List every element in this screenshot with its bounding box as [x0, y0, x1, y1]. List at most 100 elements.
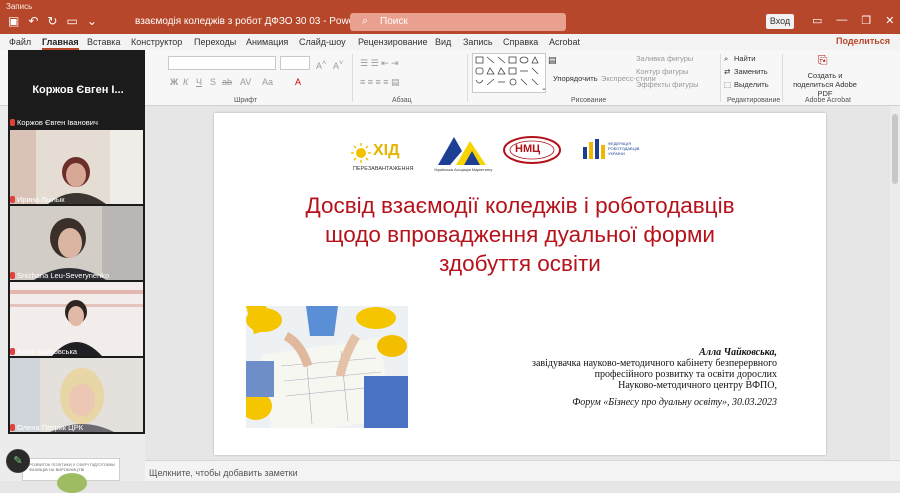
ribbon-separator	[352, 54, 353, 102]
shapes-gallery[interactable]: ⌄	[472, 53, 547, 93]
participant-video-tile[interactable]	[10, 282, 143, 356]
video-call-panel: Коржов Євген І... Коржов Євген Іванович …	[8, 50, 145, 434]
arrange-label[interactable]: Упорядочить	[553, 74, 598, 83]
spacing-icon[interactable]: AV	[240, 77, 251, 87]
minimize-icon[interactable]: —	[836, 14, 847, 27]
logo-uam-caption: Українська Асоціація Маркетингу	[434, 168, 493, 172]
find-icon[interactable]: ⌕	[724, 54, 728, 64]
slide-title-line: Досвід взаємодії коледжів і роботодавців	[305, 193, 735, 218]
font-size-box[interactable]	[280, 56, 310, 70]
host-name: Коржов Євген І...	[32, 84, 124, 96]
notes-pane[interactable]: Щелкните, чтобы добавить заметки	[145, 460, 900, 481]
share-button[interactable]: Поделиться	[836, 36, 890, 46]
thumbnail-title: РОЗВИТОК ПОЛІТИКИ У СФЕРІ ПІДГОТОВКИ ФАХ…	[29, 462, 115, 472]
replace-label[interactable]: Заменить	[734, 67, 768, 76]
strikethrough-icon[interactable]: ab	[222, 77, 232, 87]
fru-logo-mark	[583, 139, 605, 159]
maximize-icon[interactable]: ❐	[861, 14, 871, 27]
shrink-font-icon[interactable]: A˅	[333, 58, 343, 71]
tab-review[interactable]: Рецензирование	[358, 37, 428, 47]
scrollbar-thumb[interactable]	[892, 114, 898, 184]
logo-uam: Українська Асоціація Маркетингу	[434, 135, 494, 175]
shadow-icon[interactable]: S	[210, 77, 216, 87]
tab-design[interactable]: Конструктор	[131, 37, 182, 47]
tab-help[interactable]: Справка	[503, 37, 538, 47]
participant-label: Олена Петрик ЦРК	[10, 423, 83, 432]
bullets-icon[interactable]: ☰ ☰ ⇤ ⇥	[360, 58, 399, 69]
current-slide[interactable]: ХІД ПЕРЕЗАВАНТАЖЕННЯ Українська Асоціаці…	[214, 113, 826, 455]
shape-outline-label[interactable]: Контур фигуры	[636, 67, 688, 76]
align-icon[interactable]: ≡ ≡ ≡ ≡ ▤	[360, 77, 400, 88]
search-box[interactable]: ⌕ Поиск	[350, 13, 566, 31]
search-icon: ⌕	[362, 15, 369, 27]
tab-insert[interactable]: Вставка	[87, 37, 120, 47]
find-label[interactable]: Найти	[734, 54, 755, 63]
undo-icon[interactable]: ↶	[28, 14, 38, 28]
underline-icon[interactable]: Ч	[196, 77, 202, 87]
tab-transitions[interactable]: Переходы	[194, 37, 236, 47]
redo-icon[interactable]: ↻	[47, 14, 57, 28]
participant-video-tile[interactable]	[10, 206, 143, 280]
tab-acrobat[interactable]: Acrobat	[549, 37, 580, 47]
vertical-scrollbar[interactable]	[890, 106, 900, 460]
recording-indicator: Запись	[6, 2, 33, 11]
participant-video	[10, 358, 143, 432]
present-icon[interactable]: ▭	[66, 14, 77, 28]
tab-file[interactable]: Файл	[9, 37, 31, 47]
svg-text:⌄: ⌄	[541, 85, 547, 92]
tab-slideshow[interactable]: Слайд-шоу	[299, 37, 346, 47]
mic-muted-icon	[10, 424, 15, 431]
quick-access-toolbar: ▣ ↶ ↻ ▭ ⌄	[8, 14, 97, 28]
participant-label: Ирина Лылык	[10, 195, 65, 204]
save-icon[interactable]: ▣	[8, 14, 19, 28]
font-family-box[interactable]	[168, 56, 276, 70]
mic-muted-icon	[10, 196, 15, 203]
group-editing-label: Редактирование	[727, 97, 781, 104]
signin-button[interactable]: Вход	[766, 14, 794, 29]
tab-animation[interactable]: Анимация	[246, 37, 288, 47]
mic-muted-icon	[10, 348, 15, 355]
select-icon[interactable]: ⬚	[724, 80, 731, 89]
author-position-line: професійного розвитку та освіти дорослих	[594, 369, 777, 380]
slide-thumbnail[interactable]: РОЗВИТОК ПОЛІТИКИ У СФЕРІ ПІДГОТОВКИ ФАХ…	[22, 458, 120, 493]
select-label[interactable]: Выделить	[734, 80, 769, 89]
logo-nmc: НМЦ	[502, 135, 562, 169]
slide-title: Досвід взаємодії коледжів і роботодавців…	[254, 191, 786, 278]
case-icon[interactable]: Aa	[262, 77, 273, 87]
bold-icon[interactable]: Ж	[170, 77, 178, 87]
participant-video	[10, 282, 143, 356]
customize-qat-icon[interactable]: ⌄	[87, 14, 97, 28]
shape-effects-label[interactable]: Эффекты фигуры	[636, 80, 699, 89]
close-icon[interactable]: ✕	[885, 14, 894, 27]
create-share-pdf-label[interactable]: Создать и поделиться Adobe PDF	[788, 71, 862, 98]
arrange-icon[interactable]: ▤	[548, 55, 557, 66]
logo-xid-caption: ПЕРЕЗАВАНТАЖЕННЯ	[353, 166, 414, 172]
document-title: взаємодія коледжів з робот ДФЗО 30 03 - …	[135, 16, 381, 27]
participant-name: Алла Чайковська	[17, 347, 78, 356]
group-font-label: Шрифт	[234, 97, 258, 104]
ribbon-display-icon[interactable]: ▭	[812, 14, 822, 27]
italic-icon[interactable]: К	[183, 77, 188, 87]
thumbnail-chart	[57, 473, 87, 493]
grow-font-icon[interactable]: A˄	[316, 58, 326, 71]
shape-fill-label[interactable]: Заливка фигуры	[636, 54, 693, 63]
group-drawing-label: Рисование	[571, 97, 607, 104]
replace-icon[interactable]: ⇄	[724, 67, 730, 76]
tab-view[interactable]: Вид	[435, 37, 451, 47]
participant-name: Ирина Лылык	[17, 195, 65, 204]
logo-fru: ФЕДЕРАЦІЯ РОБОТОДАВЦІВ УКРАЇНИ	[582, 137, 652, 171]
participant-name: Snizhana Leu-Severynenko	[17, 271, 110, 280]
participant-video	[10, 130, 143, 204]
logo-xid: ХІД ПЕРЕЗАВАНТАЖЕННЯ	[351, 139, 417, 175]
tab-home[interactable]: Главная	[42, 37, 79, 50]
annotate-pencil-icon[interactable]: ✎	[6, 449, 30, 473]
ribbon-separator	[720, 54, 721, 102]
ribbon-separator	[782, 54, 783, 102]
adobe-pdf-icon[interactable]: ⎘	[818, 53, 828, 68]
participant-video-tile[interactable]	[10, 358, 143, 432]
participant-video-tile[interactable]	[10, 130, 143, 204]
font-color-icon[interactable]: A	[295, 77, 301, 87]
tab-record[interactable]: Запись	[463, 37, 493, 47]
shapes-gallery-icons: ⌄	[475, 56, 547, 92]
slide-photo	[246, 306, 408, 428]
